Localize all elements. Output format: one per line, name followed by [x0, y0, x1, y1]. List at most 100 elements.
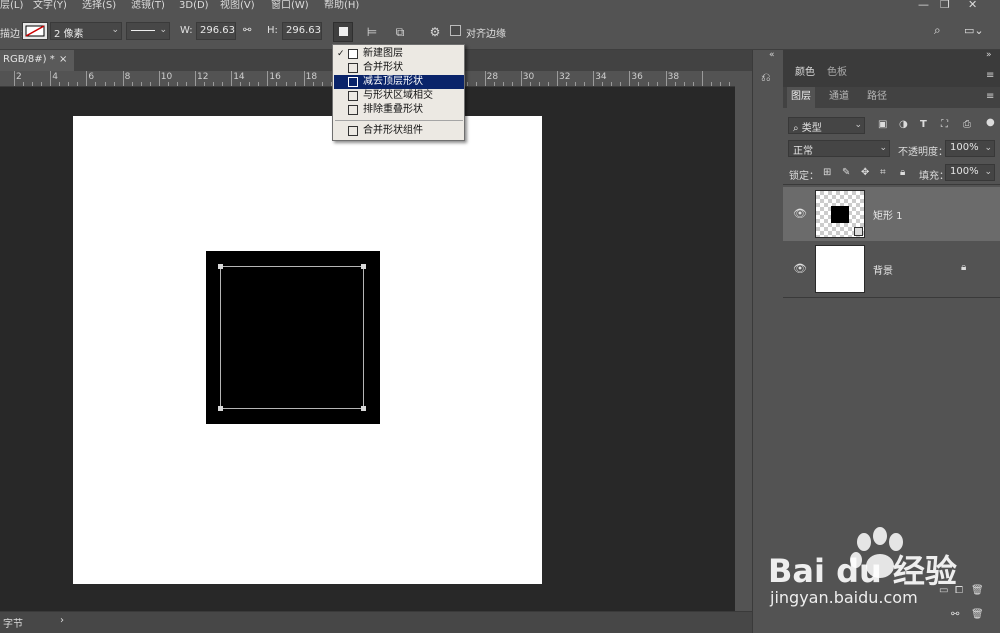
menu-type[interactable]: 文字(Y)	[33, 0, 67, 12]
tab-channels[interactable]: 通道	[825, 87, 853, 108]
baidu-jingyan-watermark: Bai du 经验 jingyan.baidu.com	[760, 524, 1000, 624]
collapse-arrows-icon[interactable]: »	[986, 50, 992, 60]
ruler-tick	[50, 71, 52, 86]
stroke-color-swatch[interactable]	[22, 22, 48, 40]
ruler-label: 34	[595, 72, 607, 82]
menu-item-exclude-overlapping[interactable]: 排除重叠形状	[334, 103, 464, 117]
options-bar: 描边： 2 像素 ⌄ ⌄ W: 296.63 ⚯ H: 296.63 ⊨ ⧉ ⚙…	[0, 14, 1000, 50]
ruler-tick	[204, 82, 206, 86]
path-operations-button[interactable]	[333, 22, 353, 42]
ruler-tick	[294, 82, 296, 86]
menu-item-intersect-shapes[interactable]: 与形状区域相交	[334, 89, 464, 103]
ruler-tick	[95, 82, 97, 86]
pixel-filter-icon[interactable]: ▣	[878, 119, 887, 130]
lock-artboard-icon[interactable]: ⌗	[880, 167, 886, 178]
filter-toggle-icon[interactable]: ●	[986, 117, 995, 128]
opacity-input[interactable]: 100% ⌄	[945, 140, 995, 157]
link-icon[interactable]: ⚯	[243, 25, 251, 36]
visibility-eye-icon[interactable]: 👁︎	[793, 207, 807, 220]
menu-3d[interactable]: 3D(D)	[179, 0, 209, 12]
lock-pixels-icon[interactable]: ✎	[842, 167, 850, 178]
path-alignment-button[interactable]: ⊨	[362, 22, 382, 42]
workspace-icon[interactable]: ▭⌄	[964, 24, 984, 37]
collapse-panels-icon[interactable]: «	[769, 50, 775, 60]
history-icon[interactable]: ⎌	[761, 70, 771, 85]
menu-item-merge-components[interactable]: 合并形状组件	[334, 124, 464, 138]
fill-input[interactable]: 100% ⌄	[945, 164, 995, 181]
ruler-tick	[149, 82, 151, 86]
tab-layers[interactable]: 图层	[787, 87, 815, 108]
type-filter-icon[interactable]: T	[920, 119, 927, 130]
smart-object-filter-icon[interactable]: ⎙	[963, 119, 971, 130]
panel-menu-icon[interactable]: ≡	[986, 91, 994, 102]
ruler-tick	[575, 82, 577, 86]
stroke-width-select[interactable]: 2 像素 ⌄	[50, 22, 122, 40]
menu-item-label: 新建图层	[363, 48, 403, 59]
visibility-eye-icon[interactable]: 👁︎	[793, 262, 807, 275]
blend-mode-select[interactable]: 正常 ⌄	[788, 140, 890, 157]
path-anchor-point[interactable]	[361, 406, 366, 411]
kind-filter-value: 类型	[801, 123, 822, 134]
menu-view[interactable]: 视图(V)	[220, 0, 255, 12]
settings-gear-button[interactable]: ⚙	[425, 22, 445, 42]
menu-filter[interactable]: 滤镜(T)	[131, 0, 165, 12]
ruler-tick	[258, 82, 260, 86]
divider	[783, 297, 1000, 298]
minimize-icon[interactable]: —	[918, 0, 929, 11]
menu-item-combine-shapes[interactable]: 合并形状	[334, 61, 464, 75]
tab-swatches[interactable]: 色板	[827, 63, 847, 78]
ruler-tick	[59, 82, 61, 86]
ruler-label: 12	[197, 72, 209, 82]
layer-row-rectangle[interactable]: 👁︎ 矩形 1	[783, 187, 1000, 241]
menu-window[interactable]: 窗口(W)	[271, 0, 309, 12]
chevron-down-icon: ⌄	[159, 25, 167, 35]
lock-all-icon[interactable]: 🔒︎	[900, 167, 905, 178]
align-edges-checkbox[interactable]	[450, 25, 461, 36]
menu-item-label: 排除重叠形状	[363, 104, 423, 115]
layer-row-background[interactable]: 👁︎ 背景 🔒︎	[783, 242, 1000, 296]
menu-help[interactable]: 帮助(H)	[324, 0, 359, 12]
ruler-tick	[620, 82, 622, 86]
blend-mode-value: 正常	[793, 146, 813, 157]
menu-item-subtract-front-shape[interactable]: 减去顶层形状	[334, 75, 464, 89]
stroke-line-icon	[131, 30, 155, 31]
color-panel-header: 颜色 色板 » ≡	[783, 50, 1000, 87]
status-arrow-icon[interactable]: ›	[60, 615, 64, 626]
restore-icon[interactable]: ❐	[940, 0, 950, 11]
stroke-type-select[interactable]: ⌄	[126, 22, 170, 40]
opacity-value: 100%	[950, 142, 979, 153]
stack-order-icon: ⧉	[395, 25, 405, 39]
layer-name[interactable]: 背景	[873, 262, 893, 277]
menu-select[interactable]: 选择(S)	[82, 0, 116, 12]
width-input[interactable]: 296.63	[196, 22, 236, 40]
path-arrangement-button[interactable]: ⧉	[390, 22, 410, 42]
path-anchor-point[interactable]	[361, 264, 366, 269]
panel-menu-icon[interactable]: ≡	[986, 70, 994, 81]
ruler-tick	[484, 71, 486, 86]
lock-position-icon[interactable]: ✥	[861, 167, 869, 178]
menu-item-new-layer[interactable]: ✓ 新建图层	[334, 47, 464, 61]
document-tab[interactable]: RGB/8#) * ×	[0, 50, 74, 71]
shape-filter-icon[interactable]: ⛶	[941, 119, 948, 130]
path-anchor-point[interactable]	[218, 264, 223, 269]
ruler-label: 10	[160, 72, 173, 82]
lock-transparent-icon[interactable]: ⊞	[823, 167, 831, 178]
menu-layer[interactable]: 层(L)	[0, 0, 23, 12]
shape-path-outline[interactable]	[218, 264, 366, 411]
tab-close-icon[interactable]: ×	[59, 54, 67, 65]
ruler-tick	[176, 82, 178, 86]
tab-paths[interactable]: 路径	[863, 87, 891, 108]
close-icon[interactable]: ✕	[968, 0, 977, 11]
ruler-tick	[728, 82, 730, 86]
ruler-label: 30	[522, 72, 535, 82]
layer-name[interactable]: 矩形 1	[873, 207, 903, 222]
path-anchor-point[interactable]	[218, 406, 223, 411]
status-text: 字节	[3, 619, 23, 630]
stroke-width-value: 2 像素	[54, 29, 84, 40]
kind-filter-select[interactable]: ⌕ 类型 ⌄	[788, 117, 865, 134]
search-icon[interactable]: ⌕	[934, 23, 941, 38]
height-input[interactable]: 296.63	[282, 22, 322, 40]
document-tab-title: RGB/8#) *	[3, 54, 55, 65]
adjustment-filter-icon[interactable]: ◑	[899, 119, 908, 130]
tab-color[interactable]: 颜色	[795, 63, 815, 78]
